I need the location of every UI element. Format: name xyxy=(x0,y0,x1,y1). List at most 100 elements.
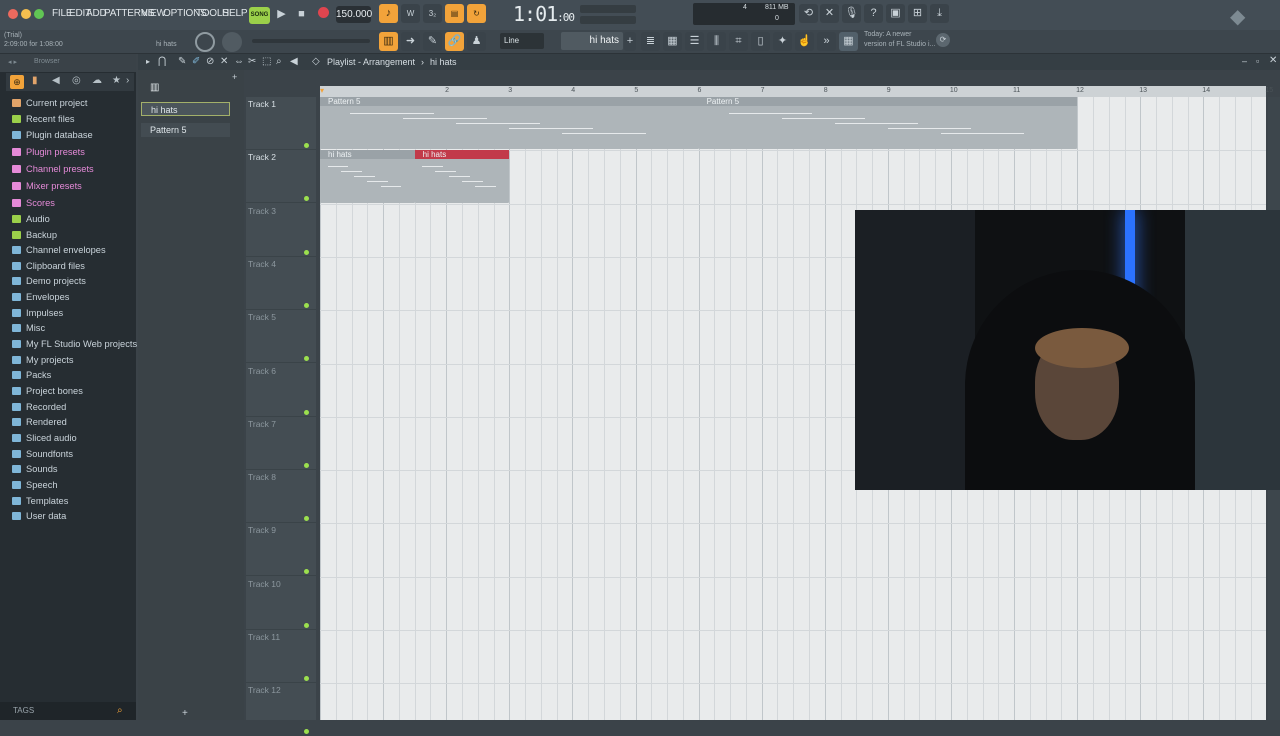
main-slider[interactable] xyxy=(252,39,370,43)
mixer-icon[interactable]: ✕ xyxy=(820,4,839,23)
track-mute-led[interactable] xyxy=(304,302,309,308)
track-header[interactable]: Track 9 xyxy=(246,523,316,577)
playlist-icon[interactable]: ☰ xyxy=(685,32,704,51)
close-panel-icon[interactable]: ✕ xyxy=(1269,55,1277,66)
stop-button[interactable]: ■ xyxy=(292,5,311,24)
channel-rack-icon[interactable]: ≣ xyxy=(641,32,660,51)
track-mute-led[interactable] xyxy=(304,569,309,575)
pencil-tool-icon[interactable]: ✎ xyxy=(423,32,442,51)
timeline-ruler[interactable]: 2 3 4 5 6 7 8 9 10 11 12 13 14 15 xyxy=(320,86,1273,97)
master-volume-knob[interactable] xyxy=(195,32,215,52)
cloud-icon[interactable]: ☁ xyxy=(92,75,102,86)
browser-item[interactable]: Clipboard files xyxy=(12,261,85,271)
playback-tool-icon[interactable]: ◀ xyxy=(290,56,298,67)
arrow-right-icon[interactable]: ➜ xyxy=(401,32,420,51)
zoom-tool-icon[interactable]: ⌕ xyxy=(276,56,282,67)
pattern-item[interactable]: Pattern 5 xyxy=(141,123,230,137)
fast-forward-icon[interactable]: » xyxy=(817,32,836,51)
browser-item[interactable]: Mixer presets xyxy=(12,181,82,191)
browser-item[interactable]: Current project xyxy=(12,98,88,108)
news-line1[interactable]: Today: A newer xyxy=(864,31,911,38)
track-header[interactable]: Track 2 xyxy=(246,150,316,204)
paint-tool-icon[interactable]: ✐ xyxy=(192,56,200,67)
track-header[interactable]: Track 6 xyxy=(246,364,316,417)
browser-nav-arrows[interactable]: ◂ ▸ xyxy=(8,58,17,66)
browser-item[interactable]: Backup xyxy=(12,230,57,240)
plugin-filter-icon[interactable]: ◎ xyxy=(72,75,81,86)
master-pitch-knob[interactable] xyxy=(222,32,242,52)
browser-item[interactable]: Templates xyxy=(12,496,68,506)
minimize-panel-icon[interactable]: – xyxy=(1242,56,1247,66)
playlist-view-icon[interactable]: ▥ xyxy=(379,32,398,51)
browser-item[interactable]: Plugin database xyxy=(12,130,93,140)
zoom-window-button[interactable] xyxy=(34,9,44,19)
news-line2[interactable]: version of FL Studio i... xyxy=(864,41,935,48)
help-icon[interactable]: ? xyxy=(864,4,883,23)
track-mute-led[interactable] xyxy=(304,729,309,735)
browser-item[interactable]: Recorded xyxy=(12,402,66,412)
chevron-right-icon[interactable]: › xyxy=(126,75,129,86)
blend-notes-icon[interactable]: ▤ xyxy=(445,4,464,23)
browser-item[interactable]: Recent files xyxy=(12,114,75,124)
browser-item[interactable]: My projects xyxy=(12,355,74,365)
slice-tool-icon[interactable]: ✂ xyxy=(248,56,256,67)
all-folders-icon[interactable]: ⊕ xyxy=(10,75,24,89)
browser-item[interactable]: Demo projects xyxy=(12,276,86,286)
pattern-item[interactable]: hi hats xyxy=(141,102,230,116)
track-header[interactable]: Track 10 xyxy=(246,577,316,630)
track-mute-led[interactable] xyxy=(304,622,309,628)
browser-item[interactable]: Scores xyxy=(12,198,55,208)
browser-item[interactable]: Packs xyxy=(12,370,51,380)
countdown-icon[interactable]: 3₂ xyxy=(423,4,442,23)
menu-help[interactable]: HELP xyxy=(222,8,248,19)
browser-item[interactable]: Sounds xyxy=(12,464,58,474)
browser-item[interactable]: Rendered xyxy=(12,417,67,427)
refresh-news-icon[interactable]: ⟳ xyxy=(936,33,950,47)
browser-item[interactable]: Soundfonts xyxy=(12,449,73,459)
browser-item[interactable]: My FL Studio Web projects xyxy=(12,339,137,349)
search-icon[interactable]: ⌕ xyxy=(117,705,123,716)
track-mute-led[interactable] xyxy=(304,676,309,681)
browser-item[interactable]: Channel envelopes xyxy=(12,245,106,255)
star-icon[interactable]: ★ xyxy=(112,75,121,86)
microphone-icon[interactable]: 🎙 xyxy=(842,4,861,23)
master-volume-slider[interactable] xyxy=(580,5,636,13)
stamp-icon[interactable]: ♟ xyxy=(467,32,486,51)
browser-item[interactable]: User data xyxy=(12,511,66,521)
save-icon[interactable]: ▣ xyxy=(886,4,905,23)
browser-item[interactable]: Channel presets xyxy=(12,164,94,174)
song-mode-toggle[interactable]: SONG xyxy=(249,7,270,24)
track-header[interactable]: Track 1 xyxy=(246,97,316,150)
track-mute-led[interactable] xyxy=(304,356,309,362)
browser-item[interactable]: Impulses xyxy=(12,308,63,318)
track-header[interactable]: Track 3 xyxy=(246,204,316,257)
playlist-clip[interactable]: hi hats xyxy=(320,150,415,203)
draw-tool-icon[interactable]: ✎ xyxy=(178,56,186,67)
tempo-display[interactable]: 150.000 xyxy=(336,6,372,23)
browser-item[interactable]: Plugin presets xyxy=(12,147,85,157)
record-button[interactable] xyxy=(314,5,333,24)
mixer-view-icon[interactable]: ⫼ xyxy=(707,32,726,51)
track-mute-led[interactable] xyxy=(304,516,309,522)
magnet-icon[interactable]: ⋂ xyxy=(158,56,166,67)
playhead-marker[interactable]: ▾ xyxy=(320,86,324,95)
file-icon[interactable]: ▯ xyxy=(751,32,770,51)
track-mute-led[interactable] xyxy=(304,143,309,148)
pattern-selector[interactable]: hi hats xyxy=(561,32,623,50)
snap-selector[interactable]: Line xyxy=(500,33,544,49)
browser-item[interactable]: Speech xyxy=(12,480,58,490)
speaker-icon[interactable]: ◀ xyxy=(52,75,60,86)
maximize-panel-icon[interactable]: ▫ xyxy=(1256,56,1259,66)
play-button[interactable]: ▶ xyxy=(272,5,291,24)
track-header[interactable]: Track 5 xyxy=(246,310,316,364)
track-header[interactable]: Track 12 xyxy=(246,683,316,736)
track-header[interactable]: Track 11 xyxy=(246,630,316,683)
master-pitch-slider[interactable] xyxy=(580,16,636,24)
browser-item[interactable]: Audio xyxy=(12,214,50,224)
plugin-picker-icon[interactable]: ⊞ xyxy=(908,4,927,23)
slip-tool-icon[interactable]: ⇔ xyxy=(234,56,244,67)
track-mute-led[interactable] xyxy=(304,196,309,202)
mute-tool-icon[interactable]: ✕ xyxy=(220,56,228,67)
delete-tool-icon[interactable]: ⊘ xyxy=(206,56,214,67)
download-icon[interactable]: ⤓ xyxy=(930,4,949,23)
